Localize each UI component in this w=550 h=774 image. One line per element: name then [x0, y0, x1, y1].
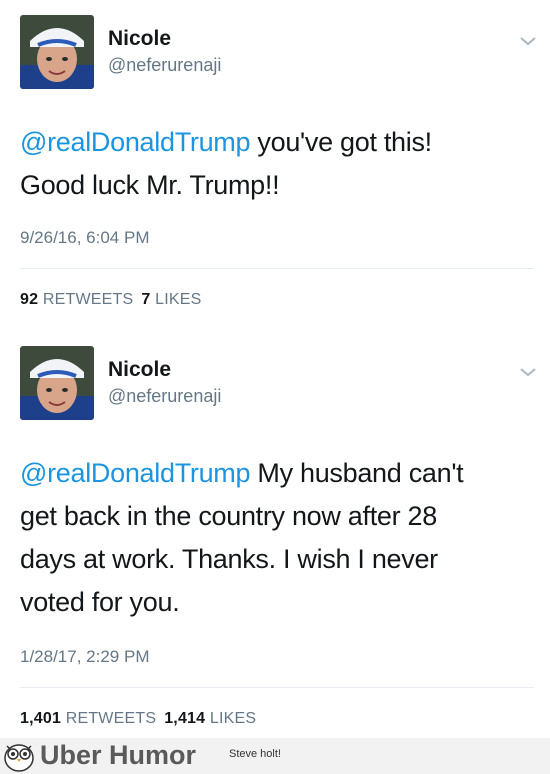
divider — [20, 687, 534, 688]
divider — [20, 268, 534, 269]
user-handle[interactable]: @neferurenaji — [108, 55, 221, 76]
avatar[interactable] — [20, 15, 94, 89]
tweet-stats: 1,401 RETWEETS 1,414 LIKES — [20, 710, 256, 728]
timestamp[interactable]: 9/26/16, 6:04 PM — [20, 228, 149, 248]
user-handle[interactable]: @neferurenaji — [108, 386, 221, 407]
tweet-text-line: get back in the country now after 28 — [20, 501, 437, 531]
watermark-bar: Uber Humor Steve holt! — [0, 738, 550, 774]
user-name[interactable]: Nicole — [108, 358, 171, 382]
mention-link[interactable]: @realDonaldTrump — [20, 458, 251, 488]
watermark-caption: Steve holt! — [229, 748, 281, 760]
avatar[interactable] — [20, 346, 94, 420]
likes-stat[interactable]: 7 LIKES — [141, 291, 201, 308]
retweets-stat[interactable]: 1,401 RETWEETS — [20, 710, 156, 727]
likes-stat[interactable]: 1,414 LIKES — [164, 710, 256, 727]
mention-link[interactable]: @realDonaldTrump — [20, 127, 251, 157]
retweets-stat[interactable]: 92 RETWEETS — [20, 291, 133, 308]
chevron-down-icon[interactable] — [519, 35, 537, 47]
timestamp[interactable]: 1/28/17, 2:29 PM — [20, 647, 149, 667]
chevron-down-icon[interactable] — [519, 366, 537, 378]
tweet-text-line: My husband can't — [250, 458, 464, 488]
tweet-text: @realDonaldTrump you've got this! Good l… — [20, 121, 530, 207]
owl-icon — [4, 744, 34, 772]
tweet-stats: 92 RETWEETS 7 LIKES — [20, 291, 201, 309]
tweet-text: @realDonaldTrump My husband can't get ba… — [20, 452, 530, 624]
user-name[interactable]: Nicole — [108, 27, 171, 51]
tweet-text-line: voted for you. — [20, 587, 180, 617]
watermark-brand: Uber Humor — [40, 740, 197, 770]
tweet-text-line: you've got this! — [250, 127, 432, 157]
tweet-text-line: days at work. Thanks. I wish I never — [20, 544, 438, 574]
tweet-text-line: Good luck Mr. Trump!! — [20, 170, 280, 200]
